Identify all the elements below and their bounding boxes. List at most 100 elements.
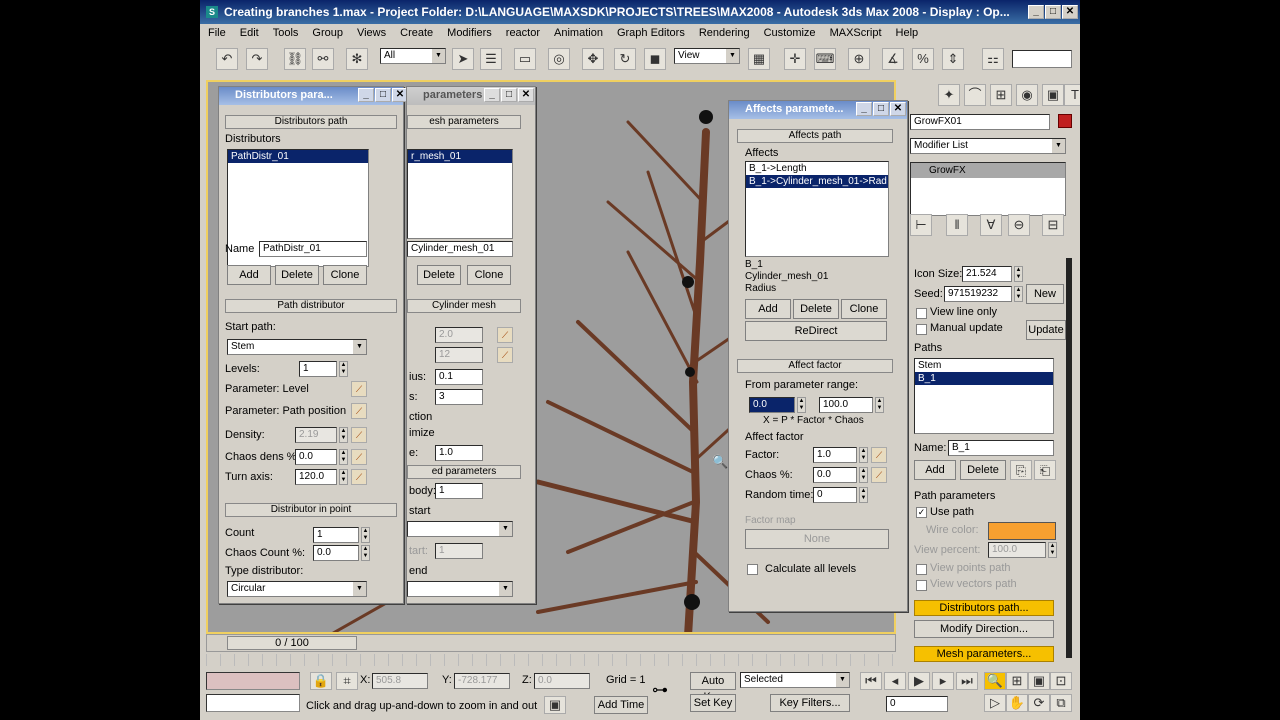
clone-button[interactable]: Clone <box>323 265 367 285</box>
maxscript-listener[interactable] <box>206 672 300 690</box>
time-slider[interactable]: 0 / 100 <box>206 634 896 652</box>
count-field[interactable]: 1 <box>313 527 359 543</box>
menu-item-maxscript[interactable]: MAXScript <box>830 27 882 41</box>
paths-list[interactable]: Stem B_1 <box>914 358 1054 434</box>
menu-item-file[interactable]: File <box>208 27 226 41</box>
path-add-button[interactable]: Add <box>914 460 956 480</box>
range-to-spinner[interactable]: ▲ ▼ <box>875 397 884 413</box>
cylinder-mesh-rollup[interactable]: Cylinder mesh <box>407 299 521 313</box>
view-line-only-checkbox[interactable] <box>916 308 927 319</box>
z-coordinate-field[interactable]: 0.0 <box>534 673 590 689</box>
menu-item-tools[interactable]: Tools <box>273 27 299 41</box>
create-tab-icon[interactable]: ✦ <box>938 84 960 106</box>
menu-item-edit[interactable]: Edit <box>240 27 259 41</box>
chaos-graph-icon[interactable]: ⟋ <box>871 467 887 483</box>
remove-modifier-icon[interactable]: ⊖ <box>1008 214 1030 236</box>
update-button[interactable]: Update <box>1026 320 1066 340</box>
x-coordinate-field[interactable]: 505.8 <box>372 673 428 689</box>
pan-icon[interactable]: ✋ <box>1006 694 1028 712</box>
menu-item-views[interactable]: Views <box>357 27 386 41</box>
view-vectors-checkbox[interactable] <box>916 580 927 591</box>
stack-item[interactable]: GrowFX <box>911 163 1065 178</box>
orbit-icon[interactable]: ⟳ <box>1028 694 1050 712</box>
field-of-view-icon[interactable]: ▷ <box>984 694 1006 712</box>
factor-map-none-button[interactable]: None <box>745 529 889 549</box>
random-time-field[interactable]: 0 <box>813 487 857 503</box>
menu-item-graph-editors[interactable]: Graph Editors <box>617 27 685 41</box>
path-distributor-rollup[interactable]: Path distributor <box>225 299 397 313</box>
affect-factor-rollup[interactable]: Affect factor <box>737 359 893 373</box>
rect-selection-icon[interactable]: ▭ <box>514 48 536 70</box>
distributor-name-field[interactable]: PathDistr_01 <box>259 241 367 257</box>
sides-field[interactable]: 3 <box>435 389 483 405</box>
modify-tab-icon[interactable]: ⌒ <box>964 84 986 106</box>
selection-filter-dropdown[interactable]: All <box>380 48 446 64</box>
affects-path-rollup[interactable]: Affects path <box>737 129 893 143</box>
param-path-pos-graph-icon[interactable]: ⟋ <box>351 403 367 419</box>
density-graph-icon[interactable]: ⟋ <box>351 427 367 443</box>
icon-size-spinner[interactable]: ▲ ▼ <box>1014 266 1023 282</box>
menu-item-reactor[interactable]: reactor <box>506 27 540 41</box>
type-distributor-dropdown[interactable]: Circular <box>227 581 367 597</box>
dist-minimize-button[interactable]: _ <box>358 88 374 102</box>
bind-spacewarp-icon[interactable]: ✻ <box>346 48 368 70</box>
y-coordinate-field[interactable]: -728.177 <box>454 673 510 689</box>
show-end-result-icon[interactable]: ‖ <box>946 214 968 236</box>
distributors-path-button[interactable]: Distributors path... <box>914 600 1054 616</box>
pivot-icon[interactable]: ▦ <box>748 48 770 70</box>
menu-item-animation[interactable]: Animation <box>554 27 603 41</box>
view-points-checkbox[interactable] <box>916 564 927 575</box>
percent-snap-icon[interactable]: % <box>912 48 934 70</box>
wire-color-swatch[interactable] <box>988 522 1056 540</box>
view-percent-spinner[interactable]: ▲ ▼ <box>1048 542 1057 558</box>
select-by-name-icon[interactable]: ☰ <box>480 48 502 70</box>
snap-icon[interactable]: ⊕ <box>848 48 870 70</box>
affects-delete-button[interactable]: Delete <box>793 299 839 319</box>
affects-maximize-button[interactable]: □ <box>873 102 889 116</box>
density-field[interactable]: 2.19 <box>295 427 337 443</box>
mesh-graph-icon-1[interactable]: ⟋ <box>497 327 513 343</box>
zoom-icon[interactable]: 🔍 <box>984 672 1006 690</box>
path-delete-button[interactable]: Delete <box>960 460 1006 480</box>
mesh-parameters-rollup[interactable]: esh parameters <box>407 115 521 129</box>
mesh-parameters-button[interactable]: Mesh parameters... <box>914 646 1054 662</box>
maxscript-input[interactable] <box>206 694 300 712</box>
modify-direction-button[interactable]: Modify Direction... <box>914 620 1054 638</box>
scale-icon[interactable]: ◼ <box>644 48 666 70</box>
menu-item-rendering[interactable]: Rendering <box>699 27 750 41</box>
object-color-swatch[interactable] <box>1058 114 1072 128</box>
affects-clone-button[interactable]: Clone <box>841 299 887 319</box>
menu-item-help[interactable]: Help <box>896 27 919 41</box>
key-filters-button[interactable]: Key Filters... <box>770 694 850 712</box>
levels-field[interactable]: 1 <box>299 361 337 377</box>
time-tag-icon[interactable]: ▣ <box>544 696 566 714</box>
menu-item-customize[interactable]: Customize <box>764 27 816 41</box>
factor-spinner[interactable]: ▲ ▼ <box>859 447 868 463</box>
chaos-count-spinner[interactable]: ▲ ▼ <box>361 545 370 561</box>
turn-axis-spinner[interactable]: ▲ ▼ <box>339 469 348 485</box>
rotate-icon[interactable]: ↻ <box>614 48 636 70</box>
new-seed-button[interactable]: New <box>1026 284 1064 304</box>
menu-item-modifiers[interactable]: Modifiers <box>447 27 492 41</box>
zoom-extents-icon[interactable]: ▣ <box>1028 672 1050 690</box>
move-icon[interactable]: ✥ <box>582 48 604 70</box>
next-frame-icon[interactable]: ▸ <box>932 672 954 690</box>
ref-coord-dropdown[interactable]: View <box>674 48 740 64</box>
window-crossing-icon[interactable]: ◎ <box>548 48 570 70</box>
body-field[interactable]: 1 <box>435 483 483 499</box>
make-unique-icon[interactable]: ∀ <box>980 214 1002 236</box>
range-from-field[interactable]: 0.0 <box>749 397 795 413</box>
range-to-field[interactable]: 100.0 <box>819 397 873 413</box>
dist-maximize-button[interactable]: □ <box>375 88 391 102</box>
manipulate-icon[interactable]: ✛ <box>784 48 806 70</box>
set-key-button[interactable]: Set Key <box>690 694 736 712</box>
list-item[interactable]: B_1->Cylinder_mesh_01->Rad <box>746 175 888 188</box>
play-icon[interactable]: ▶ <box>908 672 930 690</box>
key-mode-dropdown[interactable]: Selected <box>740 672 850 688</box>
list-item[interactable]: r_mesh_01 <box>408 150 512 163</box>
factor-field[interactable]: 1.0 <box>813 447 857 463</box>
copy-path-icon[interactable]: ⎘ <box>1010 460 1032 480</box>
mesh-maximize-button[interactable]: □ <box>501 88 517 102</box>
start-dropdown[interactable] <box>407 521 513 537</box>
start-path-dropdown[interactable]: Stem <box>227 339 367 355</box>
